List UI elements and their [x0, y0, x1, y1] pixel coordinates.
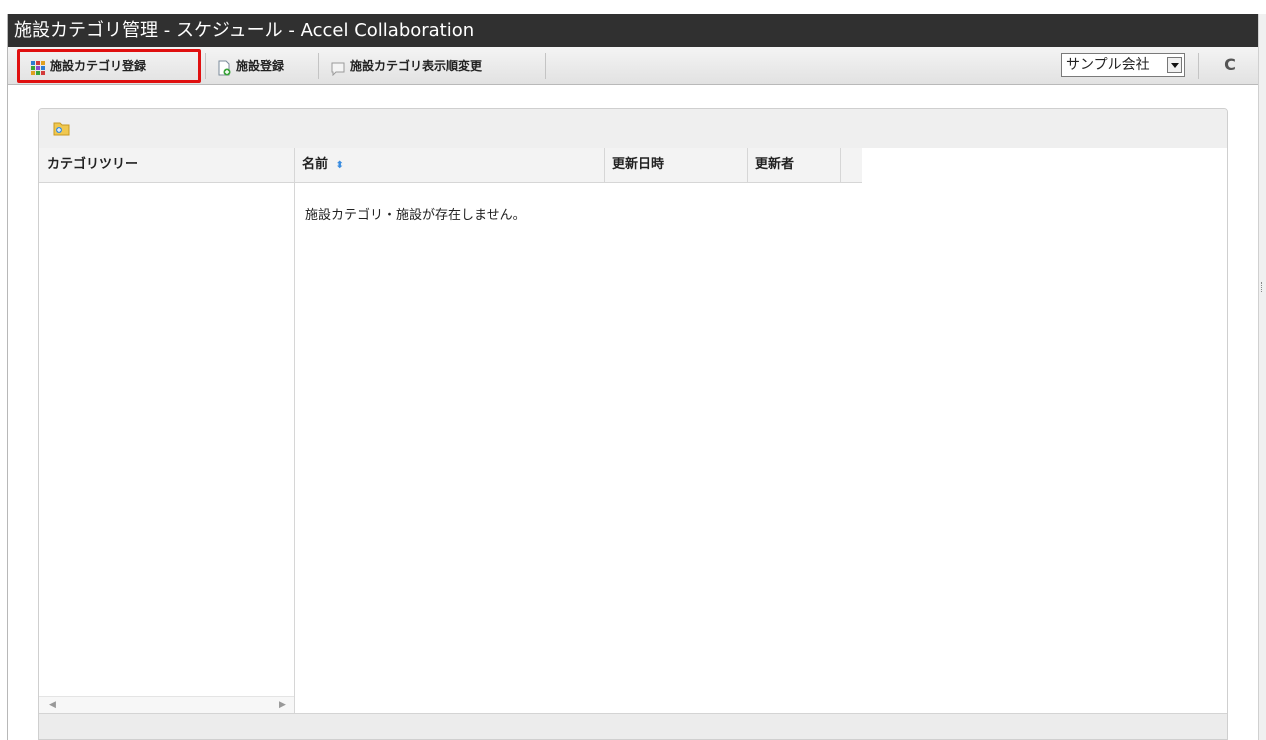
scrollbar-grip[interactable]	[1261, 282, 1264, 292]
sort-icon[interactable]: ⬍	[336, 160, 344, 171]
register-facility-button[interactable]: 施設登録	[210, 52, 284, 80]
panel-header	[39, 109, 1227, 149]
document-add-icon	[216, 58, 232, 76]
empty-list-message: 施設カテゴリ・施設が存在しません。	[305, 208, 526, 223]
chevron-down-icon[interactable]	[1167, 57, 1182, 73]
company-select-value: サンプル会社	[1066, 57, 1150, 73]
toolbar-separator	[205, 53, 206, 79]
column-header-category-tree: カテゴリツリー	[39, 148, 294, 183]
tree-horizontal-scrollbar[interactable]: ◀ ▶	[39, 696, 294, 713]
detail-pane	[862, 148, 1227, 713]
column-divider	[604, 148, 605, 183]
scroll-right-icon[interactable]: ▶	[279, 697, 286, 713]
column-header-name[interactable]: 名前 ⬍	[294, 148, 604, 183]
scroll-left-icon[interactable]: ◀	[49, 697, 56, 713]
change-category-order-button[interactable]: 施設カテゴリ表示順変更	[324, 52, 482, 80]
folder-icon[interactable]	[53, 119, 70, 137]
window-title: 施設カテゴリ管理 - スケジュール - Accel Collaboration	[8, 14, 1258, 47]
column-header-name-label: 名前	[302, 157, 329, 172]
refresh-icon[interactable]: C	[1220, 55, 1240, 75]
register-facility-category-label: 施設カテゴリ登録	[50, 59, 147, 73]
toolbar: 施設カテゴリ登録 施設登録 施設カテゴリ表示順変更 サンプル会社 C	[8, 47, 1258, 85]
column-divider	[840, 148, 841, 183]
toolbar-separator	[545, 53, 546, 79]
facility-category-panel: カテゴリツリー 名前 ⬍ 更新日時 更新者 ◀ ▶ 施設カテゴリ・施設が存在しま…	[38, 108, 1228, 740]
grid-icon	[30, 58, 46, 75]
column-header-updated-at[interactable]: 更新日時	[604, 148, 747, 183]
column-header-spacer	[840, 148, 862, 183]
register-facility-category-button[interactable]: 施設カテゴリ登録	[24, 52, 146, 80]
page-scrollbar[interactable]	[1258, 14, 1266, 740]
company-select[interactable]: サンプル会社	[1061, 53, 1185, 77]
window-left-border	[7, 14, 8, 740]
toolbar-separator	[318, 53, 319, 79]
change-category-order-label: 施設カテゴリ表示順変更	[350, 59, 483, 73]
panel-footer	[39, 713, 1227, 739]
sort-order-icon	[330, 58, 346, 77]
toolbar-separator	[1198, 53, 1199, 79]
register-facility-label: 施設登録	[236, 59, 285, 73]
column-divider	[294, 148, 295, 713]
column-divider	[747, 148, 748, 183]
category-tree[interactable]	[39, 183, 294, 713]
column-header-updated-by[interactable]: 更新者	[747, 148, 840, 183]
